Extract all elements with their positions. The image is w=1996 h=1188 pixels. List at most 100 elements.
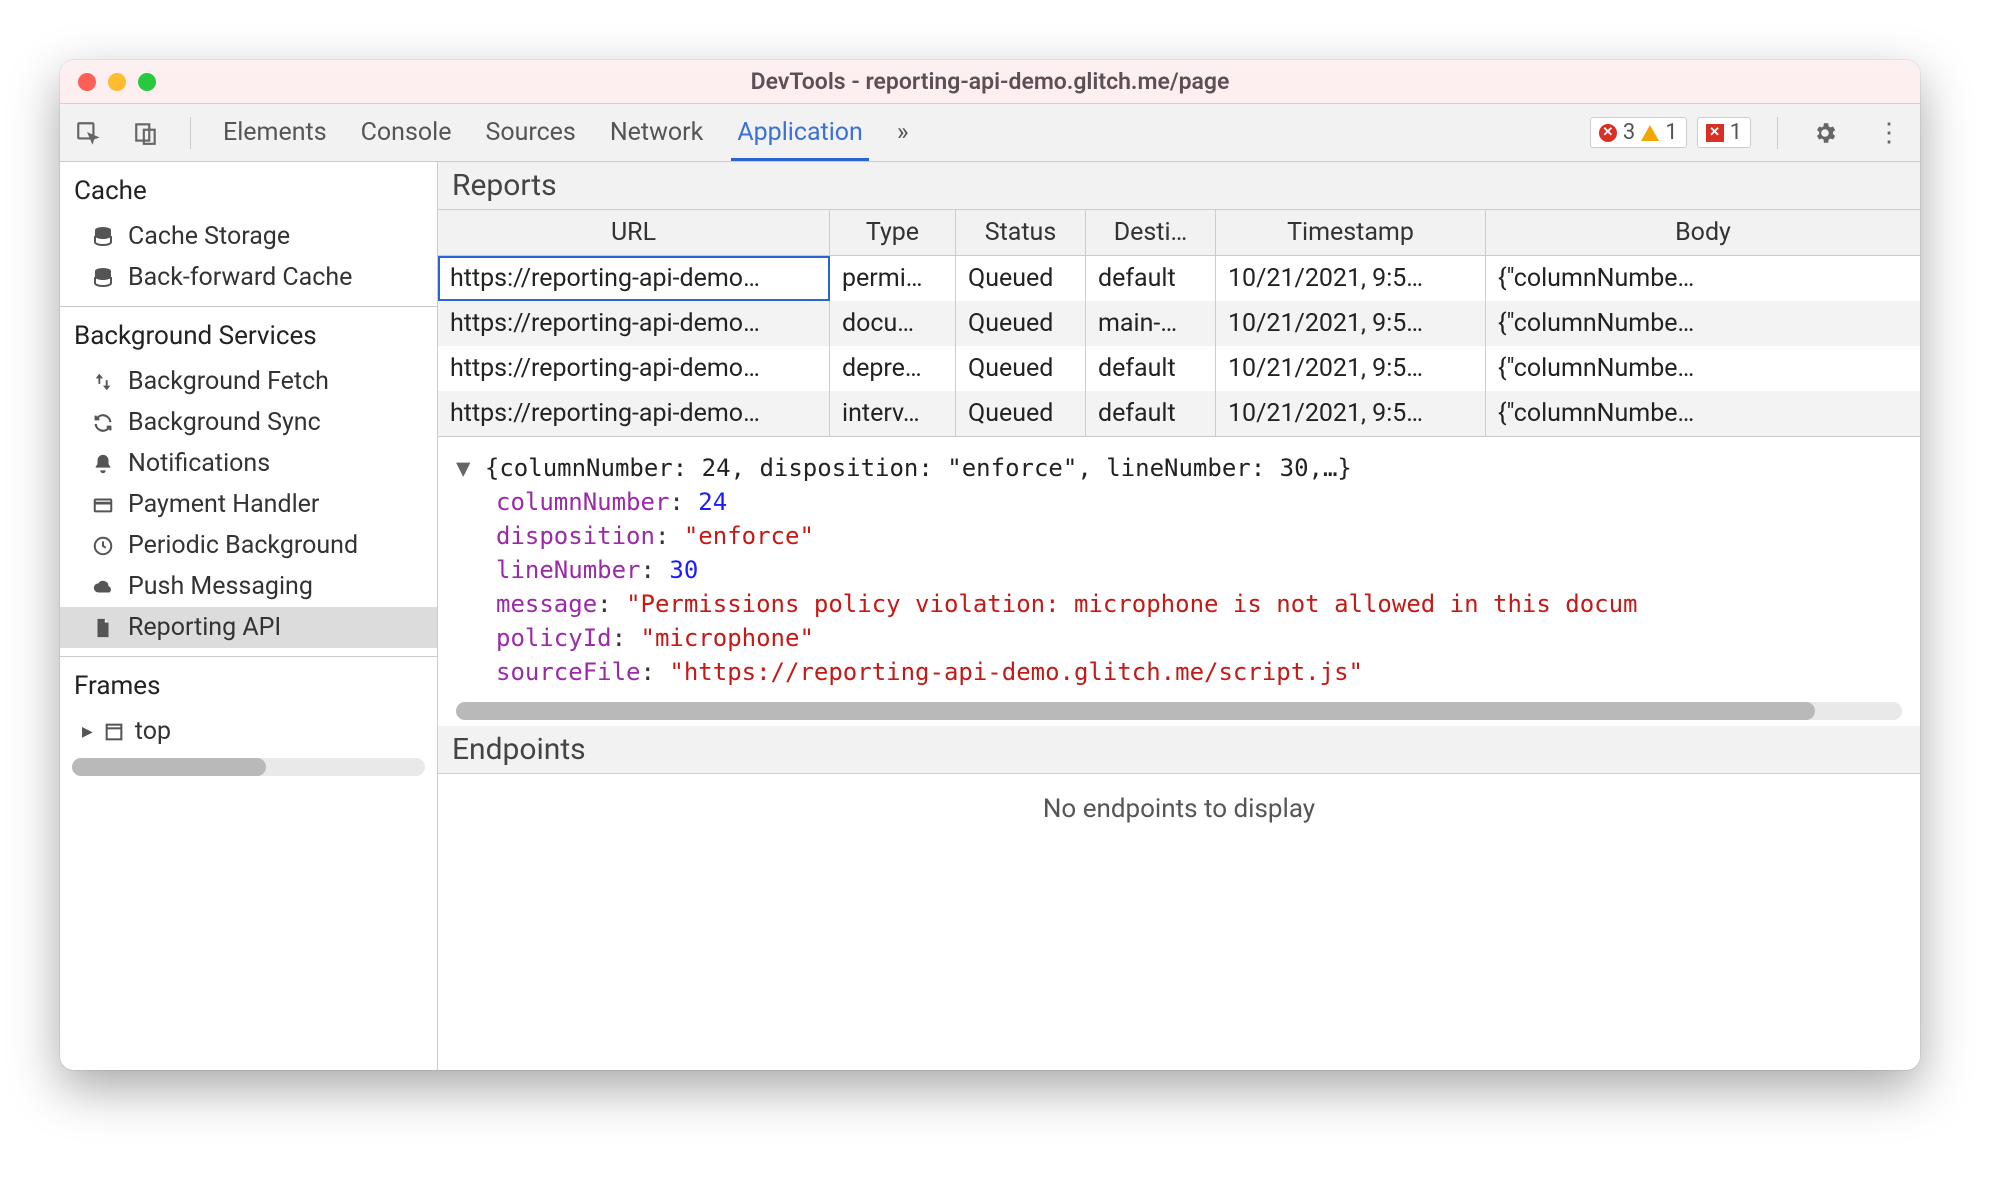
cell-dest: default bbox=[1086, 391, 1216, 436]
sidebar-item-notifications[interactable]: Notifications bbox=[60, 443, 437, 484]
database-icon bbox=[90, 224, 116, 250]
sidebar-item-label: Background Fetch bbox=[128, 367, 329, 396]
tab-sources[interactable]: Sources bbox=[479, 104, 581, 161]
report-detail-viewer[interactable]: ▼ {columnNumber: 24, disposition: "enfor… bbox=[438, 437, 1920, 692]
cell-url: https://reporting-api-demo… bbox=[438, 391, 830, 436]
window-title: DevTools - reporting-api-demo.glitch.me/… bbox=[60, 68, 1920, 95]
col-type[interactable]: Type bbox=[830, 210, 956, 255]
reports-rows: https://reporting-api-demo…permi…Queuedd… bbox=[438, 256, 1920, 436]
bell-icon bbox=[90, 451, 116, 477]
frame-icon bbox=[101, 719, 127, 745]
errors-warnings-badge[interactable]: ✕ 3 1 bbox=[1590, 117, 1687, 148]
tab-elements[interactable]: Elements bbox=[217, 104, 333, 161]
tab-network[interactable]: Network bbox=[604, 104, 709, 161]
tabs-overflow[interactable]: » bbox=[891, 104, 915, 161]
cell-status: Queued bbox=[956, 301, 1086, 346]
sync-icon bbox=[90, 410, 116, 436]
issue-icon: ✕ bbox=[1706, 124, 1724, 142]
frames-top-label: top bbox=[135, 717, 171, 746]
sidebar-item-periodic[interactable]: Periodic Background bbox=[60, 525, 437, 566]
settings-icon[interactable] bbox=[1804, 120, 1846, 146]
errors-count: 3 bbox=[1623, 120, 1635, 145]
table-row[interactable]: https://reporting-api-demo…depre…Queuedd… bbox=[438, 346, 1920, 391]
devtools-body: Cache Cache Storage Back-forward Cache B… bbox=[60, 162, 1920, 1070]
application-sidebar: Cache Cache Storage Back-forward Cache B… bbox=[60, 162, 438, 1070]
cell-type: interv… bbox=[830, 391, 956, 436]
titlebar: DevTools - reporting-api-demo.glitch.me/… bbox=[60, 60, 1920, 104]
sidebar-item-label: Background Sync bbox=[128, 408, 321, 437]
table-row[interactable]: https://reporting-api-demo…interv…Queued… bbox=[438, 391, 1920, 436]
warnings-count: 1 bbox=[1665, 120, 1677, 145]
col-url[interactable]: URL bbox=[438, 210, 830, 255]
sidebar-item-bg-sync[interactable]: Background Sync bbox=[60, 402, 437, 443]
table-row[interactable]: https://reporting-api-demo…docu…Queuedma… bbox=[438, 301, 1920, 346]
console-badge-group[interactable]: ✕ 3 1 ✕ 1 bbox=[1590, 117, 1751, 148]
sidebar-item-label: Periodic Background bbox=[128, 531, 358, 560]
cell-ts: 10/21/2021, 9:5… bbox=[1216, 256, 1486, 301]
cell-ts: 10/21/2021, 9:5… bbox=[1216, 391, 1486, 436]
col-timestamp[interactable]: Timestamp bbox=[1216, 210, 1486, 255]
sidebar-section-cache: Cache bbox=[60, 162, 437, 216]
detail-scrollbar[interactable] bbox=[456, 702, 1902, 720]
cell-type: docu… bbox=[830, 301, 956, 346]
issues-badge[interactable]: ✕ 1 bbox=[1697, 117, 1751, 148]
detail-sourcefile: "https://reporting-api-demo.glitch.me/sc… bbox=[669, 658, 1363, 686]
sidebar-item-label: Back-forward Cache bbox=[128, 263, 352, 292]
clock-icon bbox=[90, 533, 116, 559]
cloud-icon bbox=[90, 574, 116, 600]
tab-application[interactable]: Application bbox=[731, 104, 869, 161]
toolbar-divider bbox=[190, 117, 191, 149]
reports-header-row: URL Type Status Desti… Timestamp Body bbox=[438, 210, 1920, 256]
sidebar-item-label: Push Messaging bbox=[128, 572, 313, 601]
warning-icon bbox=[1641, 125, 1659, 141]
cell-type: depre… bbox=[830, 346, 956, 391]
cell-ts: 10/21/2021, 9:5… bbox=[1216, 301, 1486, 346]
sidebar-item-bg-fetch[interactable]: Background Fetch bbox=[60, 361, 437, 402]
cell-dest: default bbox=[1086, 256, 1216, 301]
devtools-window: DevTools - reporting-api-demo.glitch.me/… bbox=[60, 60, 1920, 1070]
detail-summary: {columnNumber: 24, disposition: "enforce… bbox=[485, 454, 1352, 482]
detail-policyid: "microphone" bbox=[641, 624, 814, 652]
cell-dest: main-… bbox=[1086, 301, 1216, 346]
sidebar-item-label: Notifications bbox=[128, 449, 270, 478]
device-toolbar-icon[interactable] bbox=[128, 120, 164, 146]
tab-console[interactable]: Console bbox=[355, 104, 458, 161]
detail-columnnumber: 24 bbox=[698, 488, 727, 516]
cell-dest: default bbox=[1086, 346, 1216, 391]
toolbar-divider-2 bbox=[1777, 117, 1778, 149]
col-destination[interactable]: Desti… bbox=[1086, 210, 1216, 255]
table-row[interactable]: https://reporting-api-demo…permi…Queuedd… bbox=[438, 256, 1920, 301]
page-icon bbox=[90, 615, 116, 641]
sidebar-scrollbar[interactable] bbox=[72, 758, 425, 776]
sidebar-item-cache-storage[interactable]: Cache Storage bbox=[60, 216, 437, 257]
col-status[interactable]: Status bbox=[956, 210, 1086, 255]
database-icon bbox=[90, 265, 116, 291]
detail-message: "Permissions policy violation: microphon… bbox=[626, 590, 1637, 618]
inspect-element-icon[interactable] bbox=[70, 120, 106, 146]
cell-body: {"columnNumbe… bbox=[1486, 301, 1920, 346]
disclosure-triangle-icon[interactable]: ▶ bbox=[82, 724, 93, 740]
sidebar-section-frames: Frames bbox=[60, 656, 437, 711]
reports-table: URL Type Status Desti… Timestamp Body ht… bbox=[438, 210, 1920, 437]
kebab-menu-icon[interactable]: ⋮ bbox=[1868, 118, 1910, 148]
updown-icon bbox=[90, 369, 116, 395]
reports-title: Reports bbox=[438, 162, 1920, 210]
sidebar-item-push[interactable]: Push Messaging bbox=[60, 566, 437, 607]
cell-ts: 10/21/2021, 9:5… bbox=[1216, 346, 1486, 391]
devtools-toolbar: Elements Console Sources Network Applica… bbox=[60, 104, 1920, 162]
sidebar-item-label: Cache Storage bbox=[128, 222, 290, 251]
sidebar-item-reporting-api[interactable]: Reporting API bbox=[60, 607, 437, 648]
sidebar-item-bfcache[interactable]: Back-forward Cache bbox=[60, 257, 437, 298]
endpoints-empty-text: No endpoints to display bbox=[438, 774, 1920, 1070]
cell-url: https://reporting-api-demo… bbox=[438, 256, 830, 301]
cell-status: Queued bbox=[956, 391, 1086, 436]
frames-item-top[interactable]: ▶ top bbox=[60, 711, 437, 752]
sidebar-item-payment[interactable]: Payment Handler bbox=[60, 484, 437, 525]
col-body[interactable]: Body bbox=[1486, 210, 1920, 255]
detail-disposition: "enforce" bbox=[684, 522, 814, 550]
sidebar-section-background: Background Services bbox=[60, 306, 437, 361]
detail-linenumber: 30 bbox=[669, 556, 698, 584]
cell-body: {"columnNumbe… bbox=[1486, 256, 1920, 301]
cell-status: Queued bbox=[956, 256, 1086, 301]
cell-url: https://reporting-api-demo… bbox=[438, 346, 830, 391]
